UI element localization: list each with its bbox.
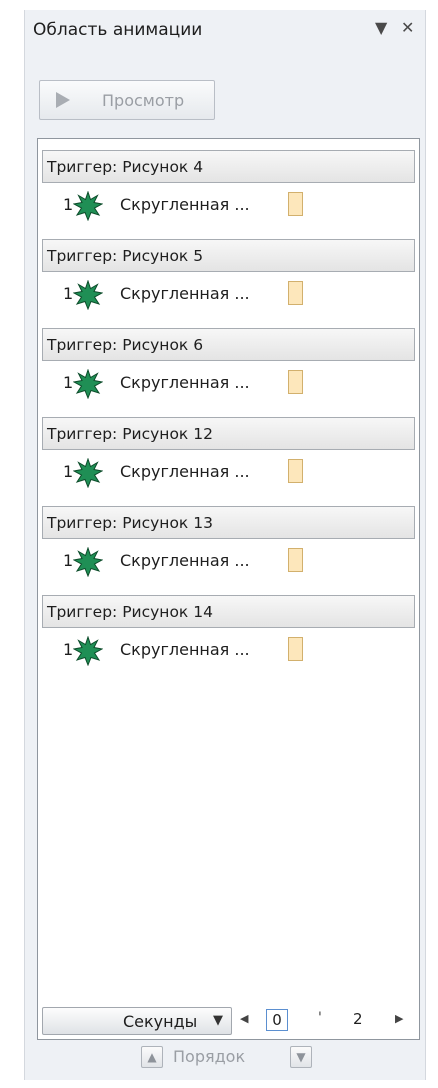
trigger-group: Триггер: Рисунок 6 1 Скругленная ... xyxy=(42,328,415,407)
close-icon[interactable]: ✕ xyxy=(401,18,414,37)
animation-effect-name: Скругленная ... xyxy=(120,195,250,214)
preview-label: Просмотр xyxy=(102,91,185,110)
timing-bar[interactable] xyxy=(288,459,303,483)
play-icon xyxy=(56,92,70,108)
timeline-tick: ' xyxy=(318,1010,322,1026)
animation-effect-name: Скругленная ... xyxy=(120,462,250,481)
timing-bar[interactable] xyxy=(288,548,303,572)
emphasis-star-icon xyxy=(73,369,103,399)
trigger-group: Триггер: Рисунок 13 1 Скругленная ... xyxy=(42,506,415,585)
seconds-label: Секунды xyxy=(123,1012,198,1031)
timing-bar[interactable] xyxy=(288,192,303,216)
emphasis-star-icon xyxy=(73,191,103,221)
timing-bar[interactable] xyxy=(288,637,303,661)
timing-bar[interactable] xyxy=(288,370,303,394)
animation-item[interactable]: 1 Скругленная ... xyxy=(42,361,415,407)
scroll-left-icon[interactable]: ◀ xyxy=(240,1012,248,1025)
animation-effect-name: Скругленная ... xyxy=(120,284,250,303)
animation-order-number: 1 xyxy=(63,462,74,481)
emphasis-star-icon xyxy=(73,458,103,488)
trigger-header[interactable]: Триггер: Рисунок 14 xyxy=(42,595,415,628)
animation-pane: Область анимации ▼ ✕ Просмотр Триггер: Р… xyxy=(24,10,426,1080)
animation-item[interactable]: 1 Скругленная ... xyxy=(42,183,415,229)
move-down-button[interactable]: ▼ xyxy=(290,1046,312,1068)
reorder-label: Порядок xyxy=(173,1047,246,1066)
animation-order-number: 1 xyxy=(63,373,74,392)
reorder-bar: ▲ Порядок ▼ xyxy=(25,1046,425,1076)
trigger-header[interactable]: Триггер: Рисунок 5 xyxy=(42,239,415,272)
trigger-header[interactable]: Триггер: Рисунок 12 xyxy=(42,417,415,450)
trigger-header[interactable]: Триггер: Рисунок 4 xyxy=(42,150,415,183)
animation-effect-name: Скругленная ... xyxy=(120,373,250,392)
animation-list[interactable]: Триггер: Рисунок 4 1 Скругленная ... Три… xyxy=(37,138,420,1040)
animation-effect-name: Скругленная ... xyxy=(120,551,250,570)
trigger-group: Триггер: Рисунок 14 1 Скругленная ... xyxy=(42,595,415,674)
scroll-right-icon[interactable]: ▶ xyxy=(395,1012,403,1025)
timing-bar[interactable] xyxy=(288,281,303,305)
timeline-bar: Секунды ▼ ◀ 0 ' 2 ▶ xyxy=(42,1007,415,1035)
timeline-start-value[interactable]: 0 xyxy=(266,1009,288,1031)
trigger-header[interactable]: Триггер: Рисунок 6 xyxy=(42,328,415,361)
animation-item[interactable]: 1 Скругленная ... xyxy=(42,450,415,496)
chevron-down-icon: ▼ xyxy=(213,1013,223,1028)
pane-title: Область анимации xyxy=(33,20,203,40)
animation-order-number: 1 xyxy=(63,195,74,214)
trigger-header[interactable]: Триггер: Рисунок 13 xyxy=(42,506,415,539)
animation-item[interactable]: 1 Скругленная ... xyxy=(42,539,415,585)
animation-item[interactable]: 1 Скругленная ... xyxy=(42,628,415,674)
emphasis-star-icon xyxy=(73,636,103,666)
animation-order-number: 1 xyxy=(63,284,74,303)
timeline-end-value: 2 xyxy=(353,1010,363,1028)
animation-order-number: 1 xyxy=(63,551,74,570)
trigger-group: Триггер: Рисунок 5 1 Скругленная ... xyxy=(42,239,415,318)
animation-item[interactable]: 1 Скругленная ... xyxy=(42,272,415,318)
emphasis-star-icon xyxy=(73,280,103,310)
preview-button[interactable]: Просмотр xyxy=(39,80,215,120)
animation-order-number: 1 xyxy=(63,640,74,659)
seconds-dropdown[interactable]: Секунды ▼ xyxy=(42,1007,232,1035)
move-up-button[interactable]: ▲ xyxy=(141,1046,163,1068)
pane-menu-icon[interactable]: ▼ xyxy=(375,18,387,37)
trigger-group: Триггер: Рисунок 4 1 Скругленная ... xyxy=(42,150,415,229)
emphasis-star-icon xyxy=(73,547,103,577)
animation-effect-name: Скругленная ... xyxy=(120,640,250,659)
trigger-group: Триггер: Рисунок 12 1 Скругленная ... xyxy=(42,417,415,496)
